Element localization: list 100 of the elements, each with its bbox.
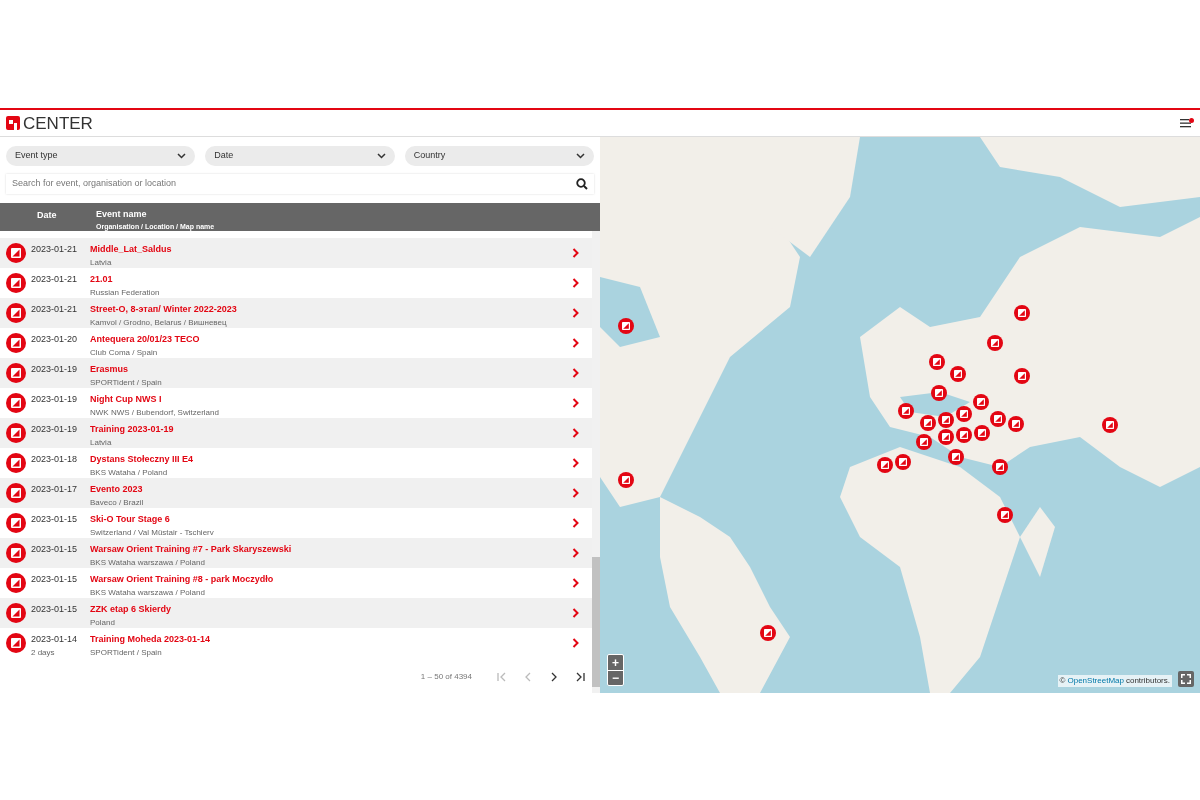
event-name[interactable]: Training 2023-01-19 [90,423,572,437]
map-marker-icon[interactable] [895,454,911,470]
map-marker-icon[interactable] [990,411,1006,427]
event-icon [6,303,26,323]
event-icon [6,573,26,593]
event-name[interactable]: Evento 2023 [90,483,572,497]
event-name[interactable]: Ski-O Tour Stage 6 [90,513,572,527]
map-marker-icon[interactable] [898,403,914,419]
map-marker-icon[interactable] [987,335,1003,351]
last-page-icon[interactable] [574,671,586,683]
menu-icon[interactable] [1180,118,1194,128]
map-marker-icon[interactable] [916,434,932,450]
chevron-right-icon[interactable] [572,248,579,258]
map-marker-icon[interactable] [992,459,1008,475]
event-name[interactable]: Warsaw Orient Training #8 - park Moczydło [90,573,572,587]
zoom-out-button[interactable]: − [608,670,623,685]
event-icon [6,393,26,413]
chevron-right-icon[interactable] [572,368,579,378]
chevron-right-icon[interactable] [572,548,579,558]
event-details: BKS Wataha warszawa / Poland [90,556,206,569]
fullscreen-icon[interactable] [1178,671,1194,687]
chevron-right-icon[interactable] [572,458,579,468]
event-name[interactable]: Erasmus [90,363,572,377]
map-marker-icon[interactable] [1008,416,1024,432]
map-marker-icon[interactable] [948,449,964,465]
map-marker-icon[interactable] [956,427,972,443]
event-date: 2023-01-15 [31,543,79,556]
event-icon [6,453,26,473]
event-name[interactable]: 21.01 [90,273,572,287]
map-marker-icon[interactable] [920,415,936,431]
chevron-right-icon[interactable] [572,488,579,498]
event-date: 2023-01-15 [31,603,79,616]
event-name[interactable]: Night Cup NWS I [90,393,572,407]
chevron-right-icon[interactable] [572,398,579,408]
event-details: BKS Wataha / Poland [90,466,169,479]
map-marker-icon[interactable] [618,472,634,488]
map-marker-icon[interactable] [973,394,989,410]
map-marker-icon[interactable] [618,318,634,334]
event-name[interactable]: Warsaw Orient Training #7 - Park Skaryszewski [90,543,572,557]
event-name[interactable]: Training Moheda 2023-01-14 [90,633,572,647]
attribution-link[interactable]: OpenStreetMap [1067,675,1124,687]
attribution-text: contributors. [1125,675,1170,687]
event-details: Baveco / Brazil [90,496,145,509]
chevron-right-icon[interactable] [572,308,579,318]
event-icon [6,603,26,623]
event-icon [6,513,26,533]
map-marker-icon[interactable] [877,457,893,473]
chevron-right-icon[interactable] [572,278,579,288]
map-marker-icon[interactable] [1014,305,1030,321]
map-marker-icon[interactable] [931,385,947,401]
event-date: 2023-01-15 [31,573,79,586]
event-details: BKS Wataha warszawa / Poland [90,586,206,599]
event-name[interactable]: Street-O, 8-этап/ Winter 2022-2023 [90,303,572,317]
chevron-right-icon[interactable] [572,578,579,588]
event-date: 2023-01-20 [31,333,79,346]
event-icon [6,633,26,653]
map-marker-icon[interactable] [1014,368,1030,384]
zoom-in-button[interactable]: + [608,655,623,670]
event-name[interactable]: Middle_Lat_Saldus [90,243,572,257]
scrollbar[interactable] [592,231,600,693]
map-marker-icon[interactable] [938,429,954,445]
map-marker-icon[interactable] [1102,417,1118,433]
event-date: 2023-01-15 [31,513,79,526]
search-field[interactable]: Search for event, organisation or location [6,174,594,194]
filter-dropdown[interactable]: Date [205,146,395,166]
chevron-down-icon [576,153,585,159]
chevron-down-icon [177,153,187,159]
filter-dropdown[interactable]: Country [404,146,594,166]
map-marker-icon[interactable] [956,406,972,422]
event-name[interactable]: Antequera 20/01/23 TECO [90,333,572,347]
event-details: SPORTident / Spain [90,376,163,389]
event-date: 2023-01-19 [31,393,79,406]
chevron-right-icon[interactable] [572,518,579,528]
chevron-right-icon[interactable] [572,338,579,348]
event-details: SPORTident / Spain [90,646,163,659]
event-name[interactable]: Dystans Stołeczny III E4 [90,453,572,467]
map-marker-icon[interactable] [760,625,776,641]
map-marker-icon[interactable] [974,425,990,441]
event-details: Latvia [90,256,113,269]
pagination-range: 1 – 50 of 4394 [420,671,472,683]
map-marker-icon[interactable] [997,507,1013,523]
map-marker-icon[interactable] [938,412,954,428]
event-icon [6,333,26,353]
chevron-right-icon[interactable] [572,428,579,438]
event-icon [6,363,26,383]
map-marker-icon[interactable] [950,366,966,382]
event-details: Latvia [90,436,113,449]
search-icon[interactable] [576,178,588,190]
event-details: Switzerland / Val Müstair - Tschierv [90,526,215,539]
map-marker-icon[interactable] [929,354,945,370]
event-name[interactable]: ZZK etap 6 Skierdy [90,603,572,617]
chevron-right-icon[interactable] [572,608,579,618]
event-date: 2023-01-18 [31,453,79,466]
logo-text: CENTER [23,114,93,132]
event-details: Russian Federation [90,286,161,299]
event-details: Kamvol / Grodno, Belarus / Вишневец [90,316,228,329]
chevron-right-icon[interactable] [572,638,579,648]
filter-dropdown[interactable]: Event type [6,146,196,166]
event-icon [6,483,26,503]
attribution-symbol: © [1059,675,1066,687]
